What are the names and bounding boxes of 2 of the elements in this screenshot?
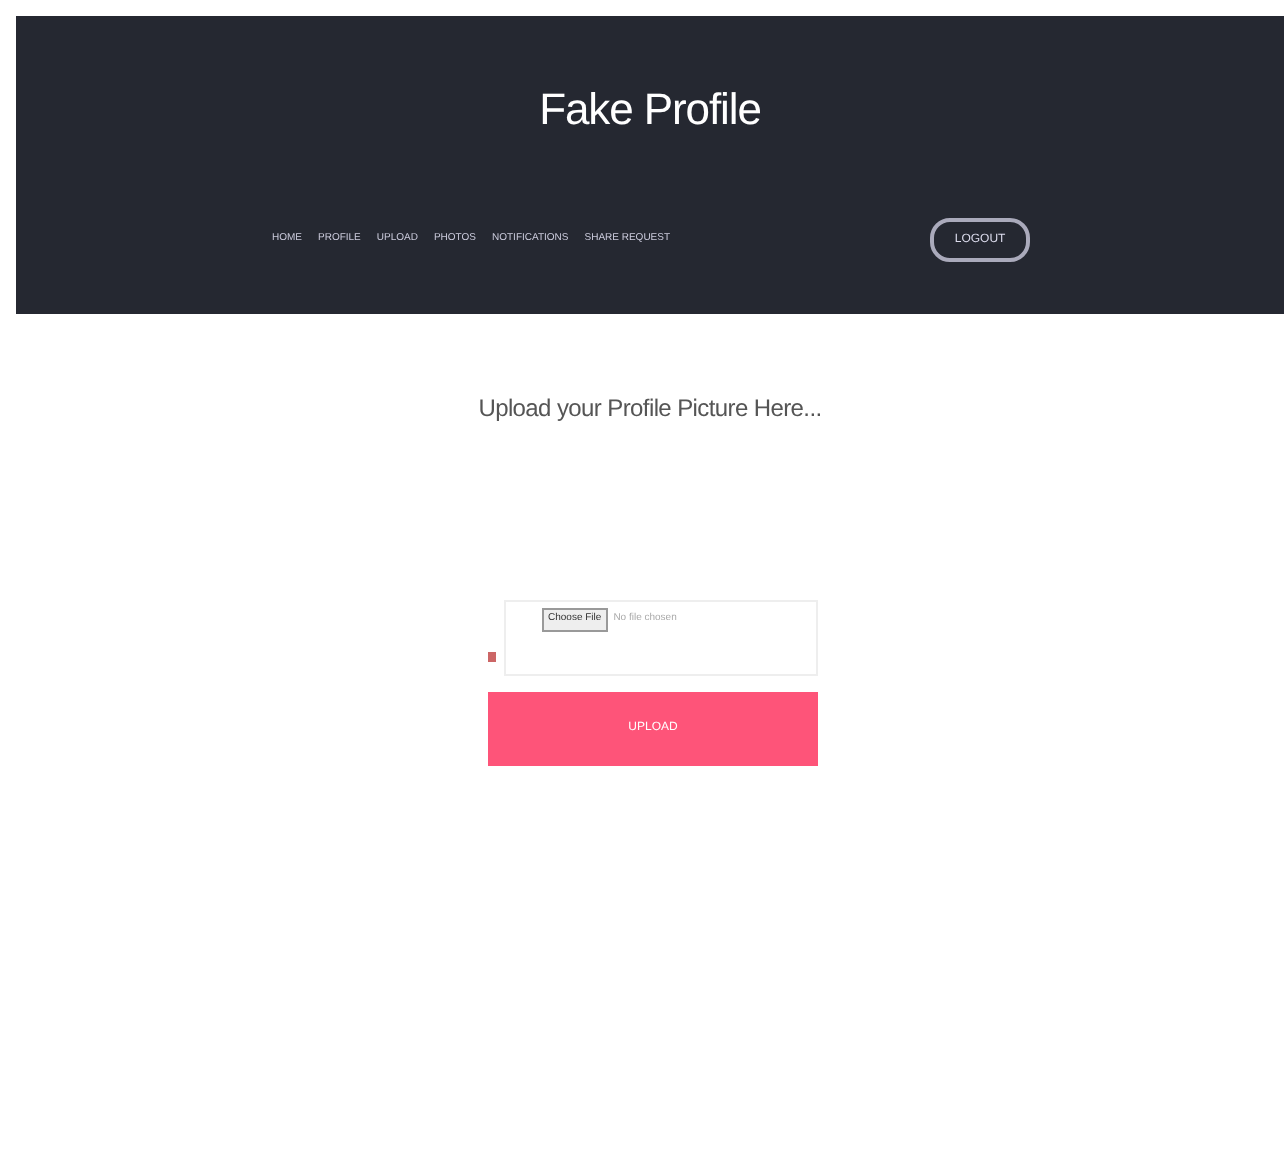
site-title: Fake Profile	[539, 82, 761, 138]
upload-heading: Upload your Profile Picture Here...	[476, 392, 824, 426]
